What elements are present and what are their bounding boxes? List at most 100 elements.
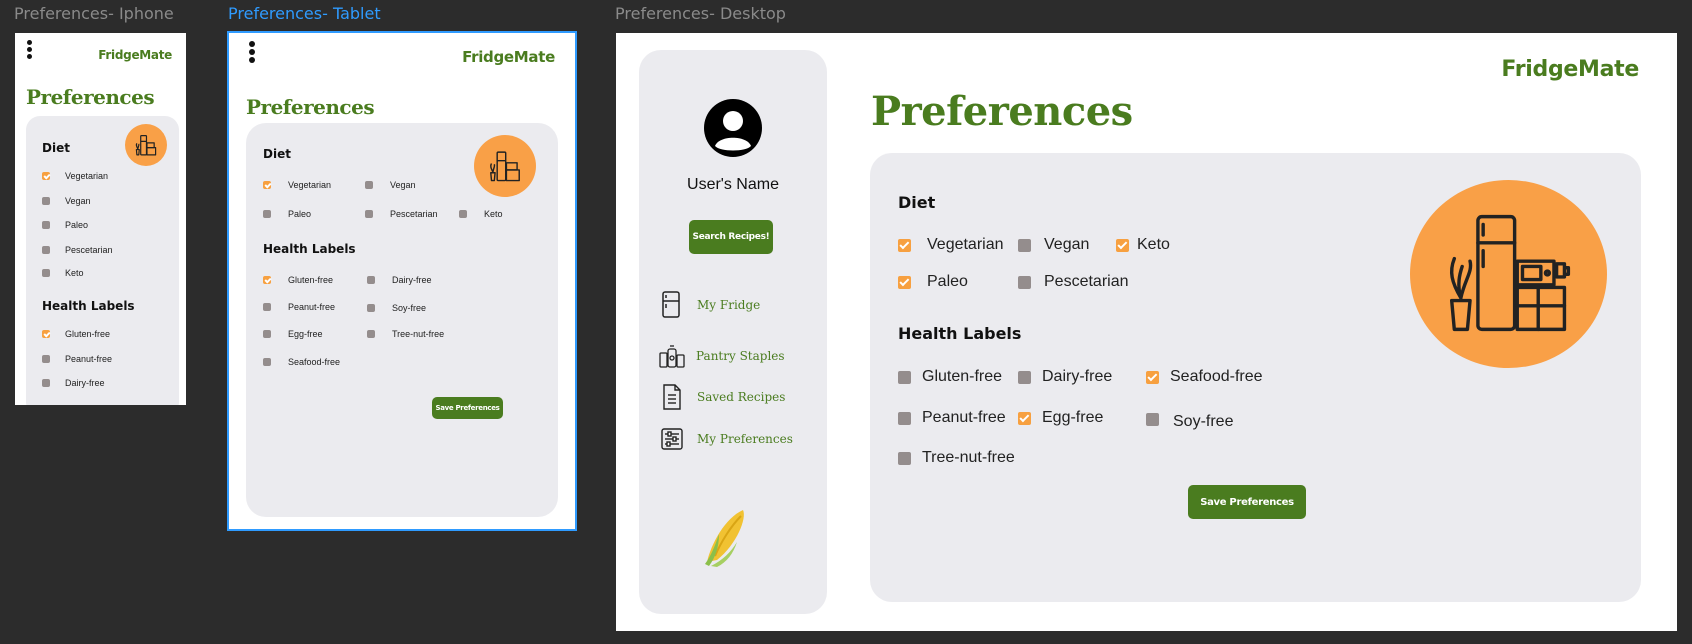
checkbox[interactable] bbox=[42, 379, 50, 387]
diet-option[interactable]: Vegetarian bbox=[263, 180, 331, 190]
checkbox[interactable] bbox=[1146, 412, 1159, 426]
search-recipes-button[interactable]: Search Recipes! bbox=[689, 220, 773, 254]
checkbox[interactable] bbox=[42, 197, 50, 205]
diet-option[interactable]: Keto bbox=[1116, 236, 1170, 254]
checkbox[interactable] bbox=[263, 210, 271, 218]
option-label: Seafood-free bbox=[1170, 368, 1263, 385]
health-option[interactable]: Seafood-free bbox=[263, 357, 340, 367]
option-label: Paleo bbox=[927, 273, 968, 290]
checkbox[interactable] bbox=[898, 275, 911, 289]
desktop-frame: User's Name Search Recipes! My Fridge Pa… bbox=[616, 33, 1677, 631]
option-label: Keto bbox=[484, 209, 503, 219]
page-title: Preferences bbox=[26, 85, 155, 109]
checkbox[interactable] bbox=[1116, 238, 1129, 252]
checkbox[interactable] bbox=[367, 276, 375, 284]
health-option[interactable]: Gluten-free bbox=[263, 275, 333, 285]
menu-icon[interactable] bbox=[27, 40, 32, 59]
health-option[interactable]: Gluten-free bbox=[42, 329, 110, 339]
diet-option[interactable]: Paleo bbox=[898, 273, 968, 291]
option-label: Dairy-free bbox=[65, 378, 105, 388]
checkbox[interactable] bbox=[42, 269, 50, 277]
page-title: Preferences bbox=[871, 88, 1133, 135]
sidebar-item-label: My Fridge bbox=[697, 298, 761, 312]
sidebar-item-my-fridge[interactable]: My Fridge bbox=[661, 291, 760, 319]
checkbox[interactable] bbox=[42, 246, 50, 254]
sidebar-item-label: Saved Recipes bbox=[697, 390, 786, 404]
checkbox[interactable] bbox=[263, 358, 271, 366]
health-option[interactable]: Peanut-free bbox=[263, 302, 335, 312]
checkbox[interactable] bbox=[1018, 275, 1031, 289]
health-option[interactable]: Tree-nut-free bbox=[898, 449, 1015, 467]
desktop-frame-label[interactable]: Preferences- Desktop bbox=[615, 4, 786, 23]
health-labels-heading: Health Labels bbox=[42, 299, 135, 313]
checkbox[interactable] bbox=[263, 276, 271, 284]
tablet-frame-label[interactable]: Preferences- Tablet bbox=[228, 4, 381, 23]
checkbox[interactable] bbox=[1018, 370, 1031, 384]
user-name: User's Name bbox=[687, 176, 779, 193]
kitchen-icon bbox=[1449, 214, 1571, 332]
diet-option[interactable]: Pescetarian bbox=[365, 209, 438, 219]
diet-option[interactable]: Vegan bbox=[1018, 236, 1089, 254]
health-option[interactable]: Tree-nut-free bbox=[367, 329, 444, 339]
checkbox[interactable] bbox=[1018, 238, 1031, 252]
jars-icon bbox=[659, 345, 685, 368]
checkbox[interactable] bbox=[42, 355, 50, 363]
checkbox[interactable] bbox=[459, 210, 467, 218]
health-option[interactable]: Soy-free bbox=[1146, 410, 1233, 430]
checkbox[interactable] bbox=[898, 451, 911, 465]
checkbox[interactable] bbox=[42, 221, 50, 229]
health-labels-heading: Health Labels bbox=[898, 324, 1022, 343]
iphone-frame-label[interactable]: Preferences- Iphone bbox=[14, 4, 174, 23]
diet-option[interactable]: Keto bbox=[459, 209, 503, 219]
document-icon bbox=[663, 384, 681, 410]
checkbox[interactable] bbox=[1146, 370, 1159, 384]
checkbox[interactable] bbox=[365, 210, 373, 218]
sidebar-item-pantry-staples[interactable]: Pantry Staples bbox=[659, 344, 785, 368]
diet-option[interactable]: Vegan bbox=[42, 196, 91, 206]
save-preferences-button[interactable]: Save Preferences bbox=[432, 397, 503, 419]
health-option[interactable]: Dairy-free bbox=[367, 275, 432, 285]
sidebar-item-my-preferences[interactable]: My Preferences bbox=[661, 428, 793, 450]
health-option[interactable]: Dairy-free bbox=[42, 378, 105, 388]
sidebar: User's Name Search Recipes! My Fridge Pa… bbox=[639, 50, 827, 614]
save-preferences-button[interactable]: Save Preferences bbox=[1188, 485, 1306, 519]
kitchen-icon bbox=[135, 135, 157, 156]
menu-icon[interactable] bbox=[249, 41, 255, 63]
option-label: Seafood-free bbox=[288, 357, 341, 367]
checkbox[interactable] bbox=[367, 304, 375, 312]
diet-option[interactable]: Vegetarian bbox=[42, 171, 108, 181]
option-label: Egg-free bbox=[288, 329, 323, 339]
checkbox[interactable] bbox=[263, 303, 271, 311]
diet-option[interactable]: Pescetarian bbox=[1018, 273, 1129, 291]
diet-option[interactable]: Paleo bbox=[42, 220, 88, 230]
health-option[interactable]: Egg-free bbox=[1018, 409, 1103, 427]
diet-option[interactable]: Pescetarian bbox=[42, 245, 113, 255]
health-option[interactable]: Soy-free bbox=[367, 303, 426, 313]
checkbox[interactable] bbox=[898, 411, 911, 425]
checkbox[interactable] bbox=[263, 330, 271, 338]
corn-illustration bbox=[705, 510, 744, 567]
diet-option[interactable]: Keto bbox=[42, 268, 84, 278]
health-option[interactable]: Peanut-free bbox=[42, 354, 112, 364]
health-option[interactable]: Peanut-free bbox=[898, 409, 1006, 427]
sidebar-item-saved-recipes[interactable]: Saved Recipes bbox=[662, 384, 785, 410]
diet-option[interactable]: Paleo bbox=[263, 209, 311, 219]
health-option[interactable]: Dairy-free bbox=[1018, 368, 1112, 386]
diet-option[interactable]: Vegetarian bbox=[898, 236, 1004, 254]
checkbox[interactable] bbox=[42, 330, 50, 338]
health-option[interactable]: Gluten-free bbox=[898, 368, 1002, 386]
checkbox[interactable] bbox=[367, 330, 375, 338]
option-label: Tree-nut-free bbox=[922, 449, 1015, 466]
checkbox[interactable] bbox=[898, 370, 911, 384]
diet-option[interactable]: Vegan bbox=[365, 180, 416, 190]
checkbox[interactable] bbox=[42, 172, 50, 180]
checkbox[interactable] bbox=[365, 181, 373, 189]
health-option[interactable]: Seafood-free bbox=[1146, 368, 1263, 386]
checkbox[interactable] bbox=[1018, 411, 1031, 425]
checkbox[interactable] bbox=[898, 238, 911, 252]
checkbox[interactable] bbox=[263, 181, 271, 189]
option-label: Paleo bbox=[65, 220, 89, 230]
health-option[interactable]: Egg-free bbox=[263, 329, 323, 339]
user-avatar-icon[interactable] bbox=[703, 98, 763, 158]
page-title: Preferences bbox=[246, 95, 375, 119]
